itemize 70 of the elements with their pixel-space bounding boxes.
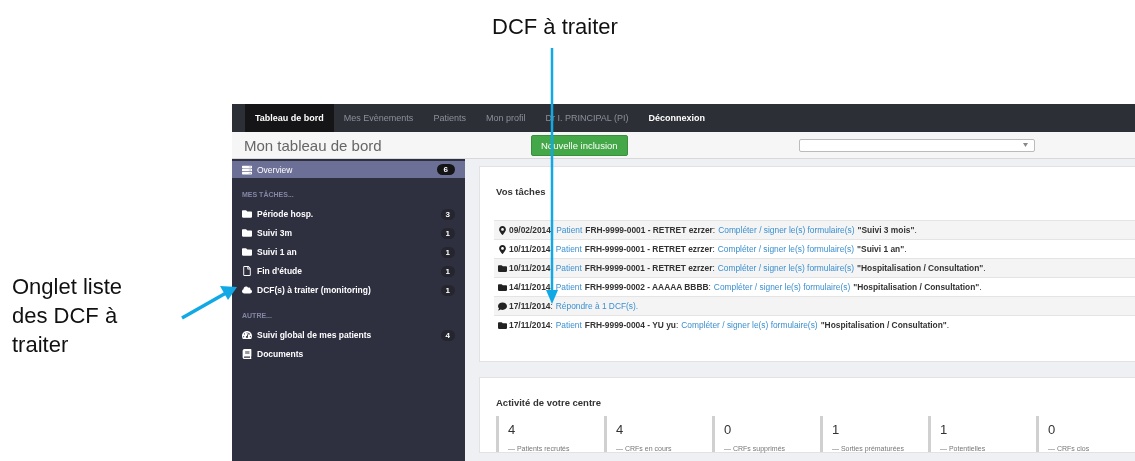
folder-icon bbox=[242, 247, 252, 257]
count-badge: 1 bbox=[440, 265, 455, 277]
stat-value: 1 bbox=[940, 422, 949, 437]
count-badge: 1 bbox=[440, 246, 455, 258]
task-link[interactable]: Compléter / signer le(s) formulaire(s) bbox=[717, 244, 855, 254]
task-link[interactable]: Patient bbox=[556, 225, 583, 235]
sidebar-item-label: Suivi global de mes patients bbox=[257, 330, 373, 340]
count-badge: 6 bbox=[436, 164, 455, 175]
sidebar-item[interactable]: Documents bbox=[232, 345, 465, 363]
count-badge: 1 bbox=[440, 227, 455, 239]
task-link[interactable]: Répondre à 1 DCF(s). bbox=[555, 301, 639, 311]
nav-tab[interactable]: Mon profil bbox=[475, 104, 536, 132]
logout-link[interactable]: Déconnexion bbox=[638, 104, 715, 132]
task-text: 17/11/2014: Répondre à 1 DCF(s). bbox=[509, 301, 639, 311]
stat-value: 1 bbox=[832, 422, 841, 437]
sidebar-item-label: Overview bbox=[257, 164, 294, 175]
task-link[interactable]: Patient bbox=[555, 244, 582, 254]
folder-icon bbox=[498, 263, 507, 273]
list-icon bbox=[242, 164, 252, 175]
sidebar-item-label: Fin d'étude bbox=[257, 266, 303, 276]
task-link[interactable]: Compléter / signer le(s) formulaire(s) bbox=[713, 282, 851, 292]
sidebar-item[interactable]: Fin d'étude 1 bbox=[232, 262, 465, 280]
count-badge: 4 bbox=[440, 329, 455, 341]
stat-value: 4 bbox=[508, 422, 517, 437]
stat-value: 0 bbox=[724, 422, 733, 437]
task-link[interactable]: Compléter / signer le(s) formulaire(s) bbox=[717, 263, 855, 273]
task-link[interactable]: Patient bbox=[555, 320, 582, 330]
task-link[interactable]: Patient bbox=[555, 282, 582, 292]
sidebar-item-label: Suivi 1 an bbox=[257, 247, 298, 257]
sidebar-item[interactable]: Période hosp. 3 bbox=[232, 205, 465, 223]
annotation-arrow bbox=[181, 286, 237, 320]
card-title: Activité de votre centre bbox=[496, 397, 603, 408]
count-badge: 3 bbox=[440, 208, 455, 220]
folder-icon bbox=[242, 228, 252, 238]
sidebar-item-label: Suivi 3m bbox=[257, 228, 293, 238]
select-field[interactable] bbox=[798, 138, 1035, 152]
sidebar-item[interactable]: Suivi 1 an 1 bbox=[232, 243, 465, 261]
caret-icon bbox=[1022, 143, 1028, 147]
card-title: Vos tâches bbox=[496, 186, 547, 197]
task-text: 17/11/2014: Patient FRH-9999-0004 - YU yu: Compléter / signer le(s) formulaire(s) "Hospitalisation / Consultation". bbox=[509, 320, 950, 330]
task-link[interactable]: Compléter / signer le(s) formulaire(s) bbox=[718, 225, 855, 235]
gauge-icon bbox=[242, 330, 252, 340]
task-link[interactable]: Compléter / signer le(s) formulaire(s) bbox=[681, 320, 818, 330]
folder-icon bbox=[242, 209, 252, 219]
nav-tab[interactable]: Patients bbox=[423, 104, 476, 132]
folder-icon bbox=[498, 320, 507, 330]
file-icon bbox=[242, 266, 252, 276]
task-text: 09/02/2014: Patient FRH-9999-0001 - RETRET ezrzer: Compléter / signer le(s) formulaire(s) "Suivi 3 mois". bbox=[509, 225, 917, 235]
stat-value: 4 bbox=[616, 422, 625, 437]
speech-bubble-icon bbox=[498, 301, 507, 311]
annotation-text: DCF à traiter bbox=[492, 13, 619, 41]
nav-tab[interactable]: Tableau de bord bbox=[245, 104, 334, 132]
sidebar-item[interactable]: Suivi global de mes patients 4 bbox=[232, 326, 465, 344]
cloud-icon bbox=[242, 285, 252, 295]
sidebar-item-label: Période hosp. bbox=[257, 209, 315, 219]
page-title: Mon tableau de bord bbox=[243, 136, 383, 154]
sidebar-item[interactable]: Overview 6 bbox=[232, 161, 465, 178]
task-link[interactable]: Patient bbox=[555, 263, 582, 273]
map-pin-icon bbox=[498, 244, 507, 254]
book-icon bbox=[242, 349, 252, 359]
sidebar-item-label: DCF(s) à traiter (monitoring) bbox=[257, 285, 372, 295]
stat-value: 0 bbox=[1048, 422, 1057, 437]
sidebar-item-label: Documents bbox=[257, 349, 305, 359]
sidebar-item[interactable]: Suivi 3m 1 bbox=[232, 224, 465, 242]
sidebar-item[interactable]: DCF(s) à traiter (monitoring) 1 bbox=[232, 281, 465, 299]
nav-tab[interactable]: Mes Evènements bbox=[333, 104, 424, 132]
count-badge: 1 bbox=[440, 284, 455, 296]
folder-icon bbox=[498, 282, 507, 292]
annotation-text: Onglet liste des DCF à traiter bbox=[12, 273, 124, 359]
map-pin-icon bbox=[498, 225, 507, 235]
